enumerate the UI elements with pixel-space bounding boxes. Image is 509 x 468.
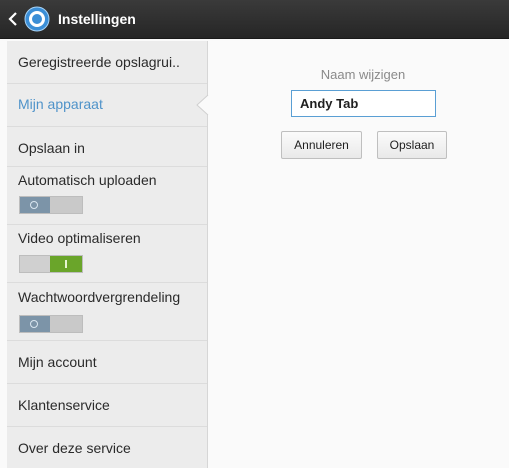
sidebar-item-label: Opslaan in xyxy=(18,140,85,156)
video-optimize-toggle[interactable] xyxy=(19,255,83,273)
sidebar-item-storage[interactable]: Geregistreerde opslagrui.. xyxy=(7,41,207,84)
cancel-button[interactable]: Annuleren xyxy=(281,131,362,159)
toggle-off-icon xyxy=(30,320,38,328)
toggle-on-icon xyxy=(65,260,67,268)
rename-label: Naam wijzigen xyxy=(320,67,406,82)
sidebar-item-my-device[interactable]: Mijn apparaat xyxy=(7,83,207,127)
sidebar-item-auto-upload: Automatisch uploaden xyxy=(7,166,207,225)
selected-item-indicator xyxy=(196,95,210,115)
sidebar-item-label: Wachtwoordvergrendeling xyxy=(18,289,181,305)
sidebar-item-password-lock: Wachtwoordvergrendeling xyxy=(7,282,207,341)
auto-upload-toggle[interactable] xyxy=(19,196,83,214)
sidebar-item-label: Over deze service xyxy=(18,440,131,456)
sidebar-item-save-to[interactable]: Opslaan in xyxy=(7,126,207,167)
sidebar-item-label: Video optimaliseren xyxy=(18,230,141,246)
sidebar-item-label: Mijn account xyxy=(18,354,97,370)
sidebar-item-my-account[interactable]: Mijn account xyxy=(7,340,207,384)
sidebar-item-about[interactable]: Over deze service xyxy=(7,426,207,468)
sidebar-item-label: Automatisch uploaden xyxy=(18,172,157,188)
toggle-on-knob xyxy=(50,256,82,272)
settings-sidebar: Geregistreerde opslagrui.. Mijn apparaat… xyxy=(7,41,208,468)
screen: Instellingen Geregistreerde opslagrui.. … xyxy=(0,0,509,468)
toggle-off-knob xyxy=(20,197,50,213)
back-button[interactable] xyxy=(0,0,26,38)
sidebar-item-label: Mijn apparaat xyxy=(18,96,103,112)
device-name-input[interactable] xyxy=(291,90,436,117)
app-title: Instellingen xyxy=(58,11,136,27)
chevron-left-icon xyxy=(8,12,17,26)
save-button[interactable]: Opslaan xyxy=(377,131,447,159)
app-icon[interactable] xyxy=(24,6,50,32)
sidebar-item-label: Geregistreerde opslagrui.. xyxy=(18,54,180,70)
action-bar: Instellingen xyxy=(0,0,509,39)
toggle-off-knob xyxy=(20,316,50,332)
sidebar-item-label: Klantenservice xyxy=(18,397,110,413)
sidebar-item-customer-service[interactable]: Klantenservice xyxy=(7,383,207,427)
toggle-off-icon xyxy=(30,201,38,209)
password-lock-toggle[interactable] xyxy=(19,315,83,333)
sidebar-item-video-optimize: Video optimaliseren xyxy=(7,224,207,283)
